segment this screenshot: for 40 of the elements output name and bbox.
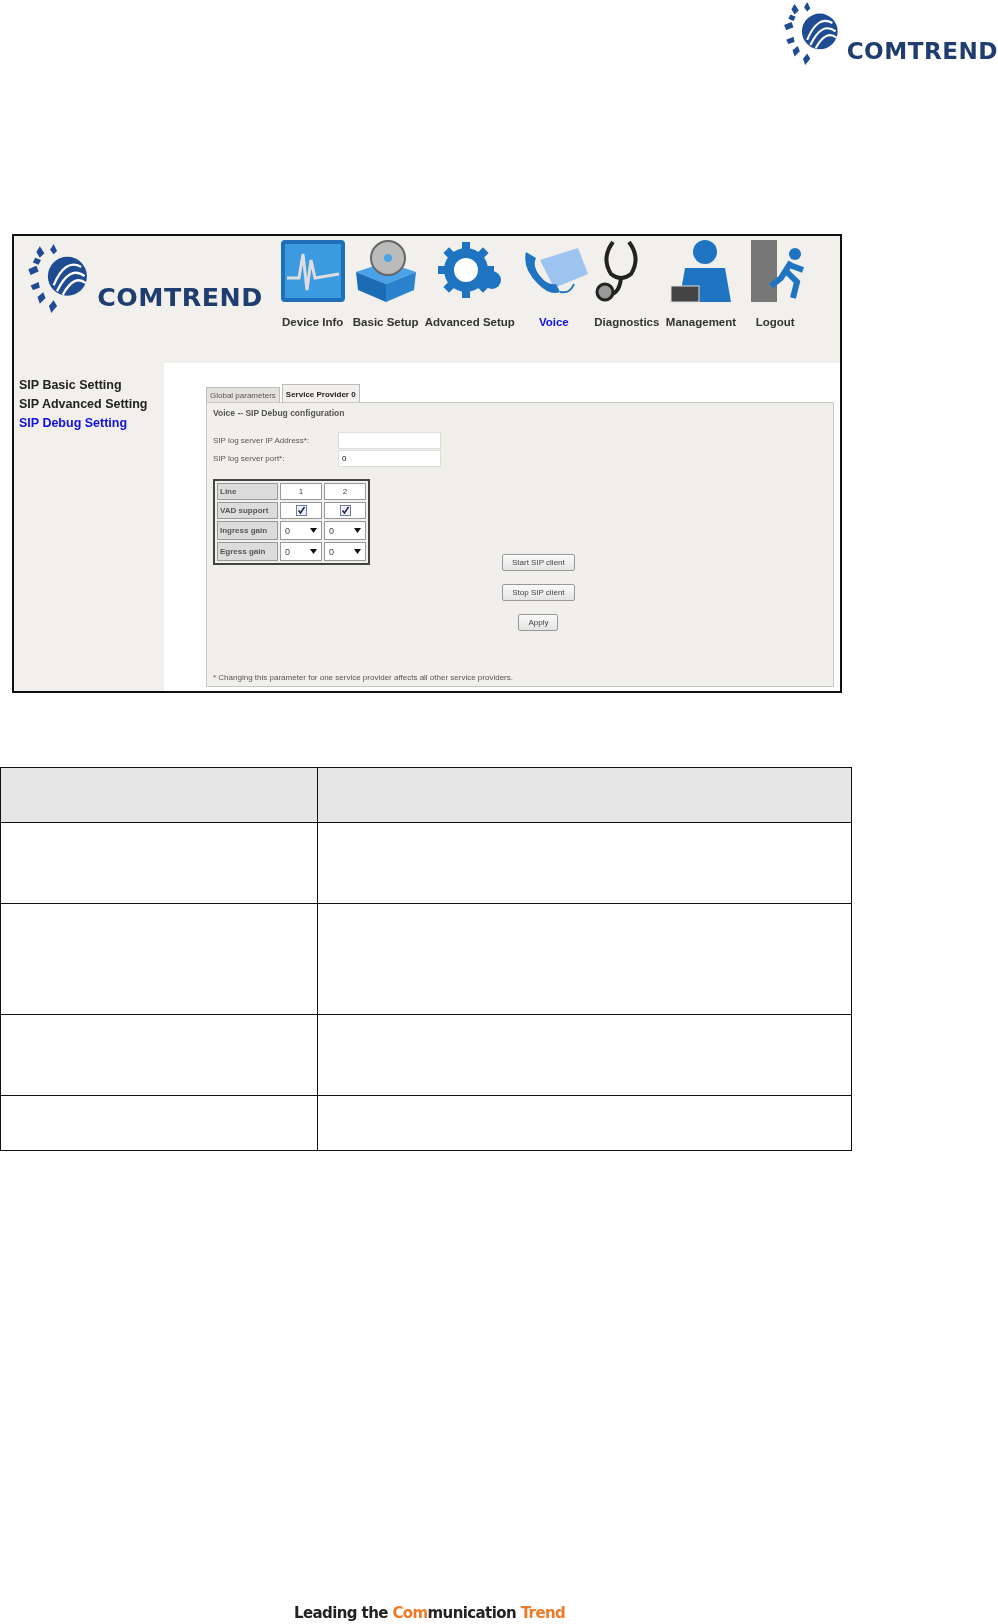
dropdown[interactable]: 0	[325, 522, 365, 539]
brand-wordmark: COMTREND	[97, 285, 263, 311]
row-header: Ingress gain	[217, 521, 278, 540]
section-title: Voice -- SIP Debug configuration	[213, 408, 346, 418]
action-button[interactable]: Stop SIP client	[502, 584, 575, 601]
checkbox[interactable]	[295, 505, 307, 516]
footnote: * Changing this parameter for one service provider affects all other service providers.	[213, 673, 514, 682]
field-label: SIP log server IP Address*:	[213, 436, 311, 445]
caret-icon	[310, 528, 317, 533]
field-label: SIP log server port*:	[213, 454, 286, 463]
sidebar-link[interactable]: SIP Advanced Setting	[19, 397, 164, 411]
nav-link[interactable]: Diagnostics	[594, 316, 660, 328]
dropdown[interactable]: 0	[325, 543, 365, 560]
sidebar-link[interactable]: SIP Debug Setting	[19, 416, 164, 430]
nav-link[interactable]: Advanced Setup	[424, 316, 515, 328]
sidebar-link[interactable]: SIP Basic Setting	[19, 378, 164, 392]
nav-link[interactable]: Logout	[755, 316, 795, 328]
nav-link[interactable]: Basic Setup	[352, 316, 419, 328]
row-header: VAD support	[217, 502, 278, 519]
table-cell: 2	[324, 483, 366, 500]
table-cell: 1	[280, 483, 322, 500]
dropdown[interactable]: 0	[281, 522, 321, 539]
caret-icon	[354, 549, 361, 554]
caret-icon	[310, 549, 317, 554]
input-field[interactable]: 0	[338, 450, 441, 467]
brand-wordmark: COMTREND	[846, 39, 998, 63]
row-header: Line	[217, 483, 278, 500]
caret-icon	[354, 528, 361, 533]
input-field[interactable]	[338, 432, 441, 449]
footer-slogan: Leading the Communication Trend	[294, 1604, 566, 1622]
row-header: Egress gain	[217, 542, 278, 561]
action-button[interactable]: Start SIP client	[502, 554, 575, 571]
monitor-graph-icon	[278, 238, 347, 304]
action-button[interactable]: Apply	[518, 614, 559, 631]
tab[interactable]: Global parameters	[206, 387, 280, 403]
checkbox[interactable]	[339, 505, 351, 516]
dropdown[interactable]: 0	[281, 543, 321, 560]
nav-link[interactable]: Device Info	[282, 316, 344, 328]
nav-link[interactable]: Voice	[538, 316, 569, 328]
nav-link[interactable]: Management	[665, 316, 737, 328]
